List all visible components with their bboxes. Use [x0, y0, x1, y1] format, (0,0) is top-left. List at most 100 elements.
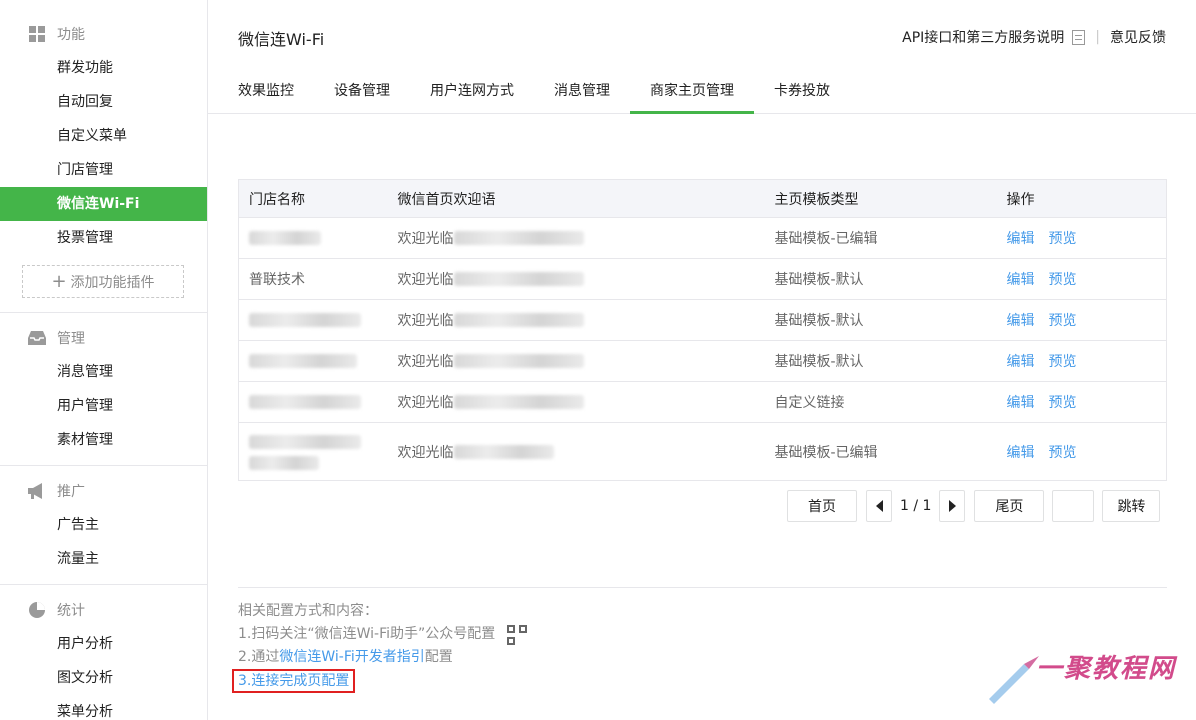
- watermark-text: 一聚教程网: [1035, 654, 1176, 684]
- developer-guide-link[interactable]: 微信连Wi-Fi开发者指引: [279, 646, 424, 669]
- store-name-cell: [238, 217, 388, 259]
- edit-link[interactable]: 编辑: [1007, 231, 1035, 247]
- preview-link[interactable]: 预览: [1049, 445, 1077, 461]
- notes-line-1-text: 1.扫码关注“微信连Wi-Fi助手”公众号配置: [238, 626, 496, 642]
- sidebar-item-article-analysis[interactable]: 图文分析: [0, 661, 207, 695]
- sidebar-item-user-management[interactable]: 用户管理: [0, 389, 207, 423]
- qr-code-icon[interactable]: [507, 624, 528, 645]
- actions-cell: 编辑 预览: [996, 217, 1167, 259]
- main-content: 微信连Wi-Fi API接口和第三方服务说明 | 意见反馈 效果监控 设备管理 …: [208, 0, 1196, 720]
- document-icon[interactable]: [1072, 29, 1086, 45]
- pie-chart-icon: [28, 601, 46, 619]
- preview-link[interactable]: 预览: [1049, 354, 1077, 370]
- config-notes: 相关配置方式和内容： 1.扫码关注“微信连Wi-Fi助手”公众号配置 2.通过微…: [232, 600, 528, 693]
- tab-bar: 效果监控 设备管理 用户连网方式 消息管理 商家主页管理 卡券投放: [208, 70, 1196, 114]
- col-welcome: 微信首页欢迎语: [387, 179, 765, 218]
- prev-page-button[interactable]: [866, 490, 892, 522]
- sidebar-head-label: 功能: [57, 27, 85, 43]
- sidebar-item-traffic-owner[interactable]: 流量主: [0, 542, 207, 576]
- sidebar-item-custom-menu[interactable]: 自定义菜单: [0, 119, 207, 153]
- notes-line-3: 3.连接完成页配置: [232, 668, 527, 693]
- sidebar-section-promotion: 推广 广告主 流量主: [0, 466, 207, 585]
- redacted-text: [249, 395, 361, 409]
- edit-link[interactable]: 编辑: [1007, 313, 1035, 329]
- section-divider: [238, 587, 1167, 588]
- tab-device-management[interactable]: 设备管理: [314, 70, 410, 114]
- sidebar-item-vote-management[interactable]: 投票管理: [0, 221, 207, 255]
- notes-line-1: 1.扫码关注“微信连Wi-Fi助手”公众号配置: [238, 623, 528, 646]
- welcome-text: 欢迎光临: [397, 272, 454, 288]
- tab-coupon-delivery[interactable]: 卡券投放: [754, 70, 850, 114]
- sidebar-item-auto-reply[interactable]: 自动回复: [0, 85, 207, 119]
- tab-merchant-homepage[interactable]: 商家主页管理: [630, 70, 754, 114]
- preview-link[interactable]: 预览: [1049, 395, 1077, 411]
- notes-line-2-prefix: 2.通过: [238, 649, 280, 665]
- actions-cell: 编辑 预览: [996, 299, 1167, 341]
- sidebar-head-management: 管理: [0, 321, 207, 355]
- redacted-text: [249, 231, 321, 245]
- store-name-cell: [238, 299, 388, 341]
- feedback-link[interactable]: 意见反馈: [1110, 27, 1166, 47]
- preview-link[interactable]: 预览: [1049, 313, 1077, 329]
- edit-link[interactable]: 编辑: [1007, 395, 1035, 411]
- redacted-text: [453, 313, 584, 327]
- redacted-text: [249, 434, 361, 449]
- table-row: 普联技术 欢迎光临 基础模板-默认 编辑 预览: [238, 258, 1167, 300]
- edit-link[interactable]: 编辑: [1007, 354, 1035, 370]
- connection-complete-config-link[interactable]: 3.连接完成页配置: [232, 668, 356, 693]
- sidebar-section-management: 管理 消息管理 用户管理 素材管理: [0, 313, 207, 466]
- welcome-cell: 欢迎光临: [387, 422, 765, 481]
- redacted-text: [453, 231, 584, 245]
- redacted-text: [249, 455, 319, 470]
- welcome-text: 欢迎光临: [397, 231, 454, 247]
- table-row: 欢迎光临 基础模板-默认 编辑 预览: [238, 340, 1167, 382]
- redacted-text: [453, 395, 584, 409]
- last-page-button[interactable]: 尾页: [974, 490, 1045, 522]
- inbox-icon: [28, 329, 46, 347]
- sidebar-item-wechat-wifi[interactable]: 微信连Wi-Fi: [0, 187, 207, 221]
- sidebar-item-advertiser[interactable]: 广告主: [0, 508, 207, 542]
- notes-line-2: 2.通过 微信连Wi-Fi开发者指引 配置: [238, 646, 527, 669]
- sidebar-section-statistics: 统计 用户分析 图文分析 菜单分析: [0, 585, 207, 720]
- store-name-cell: [238, 422, 388, 481]
- jump-button[interactable]: 跳转: [1102, 490, 1161, 522]
- sidebar-item-mass-send[interactable]: 群发功能: [0, 51, 207, 85]
- actions-cell: 编辑 预览: [996, 422, 1167, 481]
- add-plugin-button[interactable]: + 添加功能插件: [22, 265, 184, 298]
- welcome-cell: 欢迎光临: [387, 217, 765, 259]
- tab-user-connection[interactable]: 用户连网方式: [410, 70, 534, 114]
- sidebar-section-features: 功能 群发功能 自动回复 自定义菜单 门店管理 微信连Wi-Fi 投票管理 + …: [0, 0, 207, 313]
- next-page-button[interactable]: [939, 490, 966, 522]
- sidebar-item-message-management[interactable]: 消息管理: [0, 355, 207, 389]
- col-actions: 操作: [996, 179, 1167, 218]
- sidebar-head-label: 推广: [57, 484, 85, 500]
- template-cell: 基础模板-默认: [764, 258, 997, 300]
- notes-line-2-suffix: 配置: [424, 649, 453, 665]
- add-plugin-label: 添加功能插件: [70, 274, 155, 291]
- template-cell: 基础模板-已编辑: [764, 422, 997, 481]
- edit-link[interactable]: 编辑: [1007, 272, 1035, 288]
- table-row: 欢迎光临 基础模板-已编辑 编辑 预览: [238, 217, 1167, 259]
- sidebar-item-user-analysis[interactable]: 用户分析: [0, 627, 207, 661]
- tab-effect-monitor[interactable]: 效果监控: [218, 70, 314, 114]
- sidebar-head-label: 统计: [57, 603, 85, 619]
- page-jump-input[interactable]: [1052, 490, 1095, 522]
- sidebar-item-store-management[interactable]: 门店管理: [0, 153, 207, 187]
- edit-link[interactable]: 编辑: [1007, 445, 1035, 461]
- sidebar-head-promotion: 推广: [0, 474, 207, 508]
- actions-cell: 编辑 预览: [996, 381, 1167, 423]
- sidebar: 功能 群发功能 自动回复 自定义菜单 门店管理 微信连Wi-Fi 投票管理 + …: [0, 0, 208, 720]
- api-docs-link[interactable]: API接口和第三方服务说明: [902, 27, 1064, 47]
- first-page-button[interactable]: 首页: [787, 490, 857, 522]
- sidebar-item-menu-analysis[interactable]: 菜单分析: [0, 695, 207, 720]
- sidebar-item-material-management[interactable]: 素材管理: [0, 423, 207, 457]
- tab-message-management[interactable]: 消息管理: [534, 70, 630, 114]
- store-table: 门店名称 微信首页欢迎语 主页模板类型 操作 欢迎光临 基础模板-已编辑 编辑预…: [238, 179, 1167, 481]
- preview-link[interactable]: 预览: [1049, 272, 1077, 288]
- col-store-name: 门店名称: [238, 179, 388, 218]
- col-template: 主页模板类型: [764, 179, 997, 218]
- table-row: 欢迎光临 基础模板-默认 编辑 预览: [238, 299, 1167, 341]
- welcome-text: 欢迎光临: [397, 313, 454, 329]
- preview-link[interactable]: 预览: [1049, 231, 1077, 247]
- redacted-text: [249, 354, 357, 368]
